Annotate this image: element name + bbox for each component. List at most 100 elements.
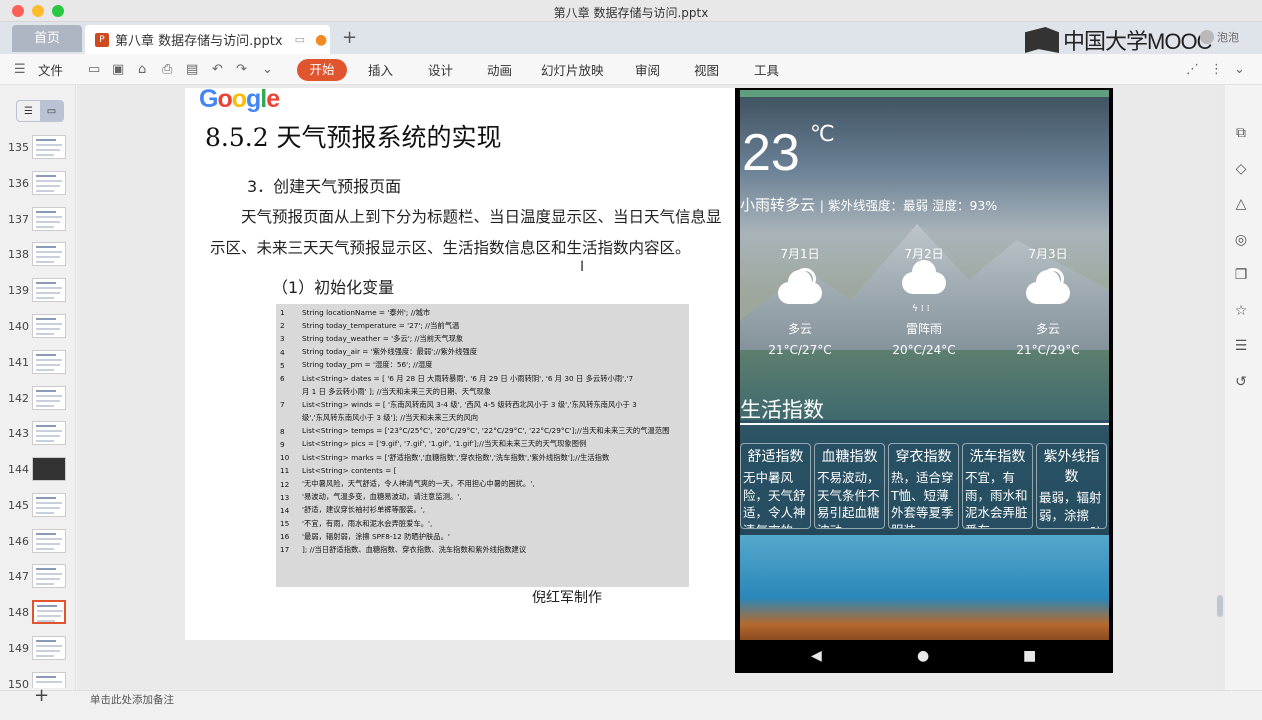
thunderstorm-icon: ϟ⁞⁞ bbox=[898, 260, 950, 314]
view-toggle[interactable]: ☰ ▭ bbox=[16, 100, 64, 122]
save-icon[interactable]: ▣ bbox=[112, 62, 124, 77]
tab-document[interactable]: P 第八章 数据存储与访问.pptx ▭ ● bbox=[85, 25, 330, 54]
slide-body-text[interactable]: 天气预报页面从上到下分为标题栏、当日温度显示区、当日天气信息显示区、未来三天天气… bbox=[210, 202, 725, 264]
tab-start[interactable]: 开始 bbox=[297, 59, 347, 81]
forecast-day: 7月1日 多云 21°C/27°C bbox=[750, 245, 850, 357]
home-icon: ● bbox=[917, 648, 930, 664]
life-index-card: 穿衣指数热，适合穿T恤、短薄外套等夏季服装 bbox=[888, 443, 959, 529]
slide-thumbnail bbox=[32, 457, 66, 481]
slide-section-heading[interactable]: （1）初始化变量 bbox=[272, 274, 394, 298]
slide-number: 144 bbox=[8, 463, 29, 476]
user-account[interactable]: 泡泡 bbox=[1200, 29, 1239, 45]
thumbnail-view-icon[interactable]: ▭ bbox=[40, 101, 63, 121]
slide-thumb-146[interactable]: 146 bbox=[8, 527, 70, 557]
slide-thumbnail bbox=[32, 135, 66, 159]
slide-thumb-147[interactable]: 147 bbox=[8, 562, 70, 592]
code-line: 1 String locationName = '泰州'; //城市 bbox=[280, 307, 431, 318]
tab-review[interactable]: 审阅 bbox=[635, 60, 660, 79]
slide-thumb-135[interactable]: 135 bbox=[8, 133, 70, 163]
transform-icon[interactable]: ⧉ bbox=[1226, 125, 1256, 161]
slide-title[interactable]: 8.5.2 天气预报系统的实现 bbox=[205, 118, 502, 154]
redo-icon[interactable]: ↷ bbox=[236, 62, 247, 77]
format-painter-icon[interactable]: ⌂ bbox=[138, 62, 146, 77]
slide-thumb-142[interactable]: 142 bbox=[8, 384, 70, 414]
slide-thumb-140[interactable]: 140 bbox=[8, 312, 70, 342]
notes-placeholder[interactable]: 单击此处添加备注 bbox=[90, 692, 174, 707]
slide-thumb-148[interactable]: 148 bbox=[8, 598, 70, 628]
slide-number: 149 bbox=[8, 642, 29, 655]
text-cursor-icon: I bbox=[580, 259, 585, 275]
slide-thumb-136[interactable]: 136 bbox=[8, 169, 70, 199]
card-body: 不易波动，天气条件不易引起血糖波动 bbox=[817, 470, 880, 528]
tab-view[interactable]: 视图 bbox=[694, 60, 719, 79]
today-extra-info: | 紫外线强度：最弱 湿度：93% bbox=[819, 198, 998, 213]
code-line: 4 String today_air = '紫外线强度：最弱';//紫外线强度 bbox=[280, 347, 477, 357]
file-menu[interactable]: 文件 bbox=[38, 60, 63, 79]
print-icon[interactable]: ⎙ bbox=[162, 62, 172, 77]
slide-thumb-143[interactable]: 143 bbox=[8, 419, 70, 449]
copy-icon[interactable]: ❐ bbox=[1226, 267, 1256, 303]
open-folder-icon[interactable]: ▭ bbox=[88, 62, 100, 77]
slide-thumb-144[interactable]: 144 bbox=[8, 455, 70, 485]
history-icon[interactable]: ↺ bbox=[1226, 374, 1256, 410]
tab-animation[interactable]: 动画 bbox=[487, 60, 512, 79]
forecast-condition: 多云 bbox=[1035, 322, 1060, 336]
slide-thumbnail bbox=[32, 493, 66, 517]
share-icon[interactable]: ⋰ bbox=[1186, 62, 1199, 77]
author-credit[interactable]: 倪红军制作 bbox=[532, 587, 602, 607]
undo-icon[interactable]: ↶ bbox=[212, 62, 223, 77]
slide-thumb-145[interactable]: 145 bbox=[8, 491, 70, 521]
slide-thumb-137[interactable]: 137 bbox=[8, 205, 70, 235]
settings-icon[interactable]: ☰ bbox=[1226, 338, 1256, 374]
slide-thumb-141[interactable]: 141 bbox=[8, 348, 70, 378]
code-line: 6 List<String> dates = [ '6 月 28 日 大雨转暴雨'… bbox=[280, 373, 634, 384]
forecast-condition: 雷阵雨 bbox=[905, 322, 942, 336]
weather-app-screen: 23 ℃ 小雨转多云 | 紫外线强度：最弱 湿度：93% 7月1日 多云 21°… bbox=[740, 90, 1109, 640]
slide-thumbnail-panel: ☰ ▭ 135 136 137 138 139 140 141 142 143 … bbox=[0, 85, 76, 690]
tab-insert[interactable]: 插入 bbox=[368, 60, 393, 79]
slide-number: 150 bbox=[8, 678, 29, 688]
animation-icon[interactable]: ◎ bbox=[1226, 232, 1256, 268]
code-line: 5 String today_pm = '湿度：56'; //湿度 bbox=[280, 360, 433, 370]
slide-thumb-139[interactable]: 139 bbox=[8, 276, 70, 306]
more-icon[interactable]: ⋮ bbox=[1210, 62, 1223, 77]
forecast-day: 7月3日 多云 21°C/29°C bbox=[998, 245, 1098, 357]
fill-icon[interactable]: △ bbox=[1226, 196, 1256, 232]
ribbon-toolbar: ☰ 文件 ▭ ▣ ⌂ ⎙ ▤ ↶ ↷ ⌄ 开始 插入 设计 动画 幻灯片放映 审… bbox=[0, 54, 1262, 85]
slide-thumbnail bbox=[32, 278, 66, 302]
tab-design[interactable]: 设计 bbox=[428, 60, 453, 79]
star-icon[interactable]: ☆ bbox=[1226, 303, 1256, 339]
code-line: 3 String today_weather = '多云'; //当前天气现象 bbox=[280, 333, 464, 344]
slide-number: 135 bbox=[8, 141, 29, 154]
card-body: 不宜，有雨，雨水和泥水会弄脏爱车 bbox=[965, 470, 1028, 528]
tab-home[interactable]: 首页 bbox=[12, 25, 82, 52]
code-line: 月 1 日 多云转小雨' ]; //当天和未来三天的日期、天气现象 bbox=[302, 386, 491, 396]
chevron-down-icon[interactable]: ⌄ bbox=[262, 62, 273, 77]
right-tool-panel: ⧉ ◇ △ ◎ ❐ ☆ ☰ ↺ bbox=[1226, 125, 1256, 409]
life-index-card: 紫外线指数最弱，辐射弱，涂擦SPF8-12防 bbox=[1036, 443, 1107, 529]
scroll-thumb[interactable] bbox=[1217, 595, 1223, 617]
outline-view-icon[interactable]: ☰ bbox=[17, 101, 40, 121]
slide-thumb-149[interactable]: 149 bbox=[8, 634, 70, 664]
slide-thumb-138[interactable]: 138 bbox=[8, 240, 70, 270]
pin-icon[interactable]: ▭ bbox=[295, 33, 305, 46]
slide-subtitle[interactable]: 3．创建天气预报页面 bbox=[247, 173, 401, 197]
add-slide-button[interactable]: + bbox=[34, 685, 49, 706]
water-background bbox=[740, 535, 1109, 640]
slide-number: 148 bbox=[8, 606, 29, 619]
code-line: 2 String today_temperature = '27'; //当前气温 bbox=[280, 320, 460, 331]
card-body: 热，适合穿T恤、短薄外套等夏季服装 bbox=[891, 470, 954, 528]
new-tab-button[interactable]: + bbox=[342, 27, 357, 48]
tab-slideshow[interactable]: 幻灯片放映 bbox=[541, 60, 604, 79]
tab-tools[interactable]: 工具 bbox=[754, 60, 779, 79]
avatar bbox=[1200, 30, 1214, 44]
shapes-icon[interactable]: ◇ bbox=[1226, 161, 1256, 197]
code-block[interactable]: 1 String locationName = '泰州'; //城市 2 Strin… bbox=[276, 304, 689, 587]
collapse-ribbon-icon[interactable]: ⌄ bbox=[1234, 62, 1245, 77]
menu-icon[interactable]: ☰ bbox=[14, 62, 26, 77]
code-line: 7 List<String> winds = [ '东南风转南风 3-4 级', … bbox=[280, 399, 637, 410]
card-heading: 紫外线指数 bbox=[1043, 449, 1100, 485]
print-preview-icon[interactable]: ▤ bbox=[186, 62, 198, 77]
cloudy-icon bbox=[1022, 268, 1074, 308]
code-line: 13 '易波动，气温多变，血糖易波动，请注意监测。', bbox=[280, 492, 462, 502]
